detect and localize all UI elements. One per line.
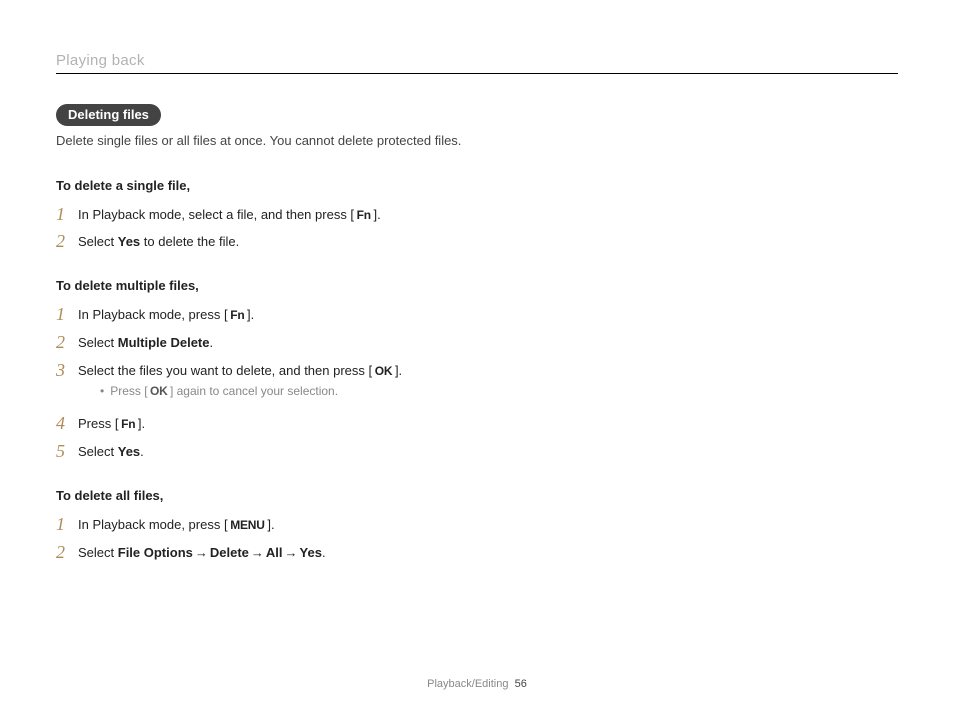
bold-text: File Options	[118, 545, 193, 560]
step-number: 4	[56, 414, 78, 434]
step-text: Select Yes to delete the file.	[78, 232, 898, 252]
menu-key-icon: MENU	[230, 518, 265, 532]
text: .	[140, 444, 144, 459]
text: In Playback mode, press [	[78, 517, 230, 532]
text: Press [	[78, 416, 121, 431]
list-item: 3 Select the files you want to delete, a…	[56, 361, 898, 407]
step-number: 2	[56, 333, 78, 353]
text: ].	[371, 207, 381, 222]
list-item: 2 Select Yes to delete the file.	[56, 232, 898, 252]
bullet-icon: •	[100, 382, 104, 400]
ok-key-icon: OK	[375, 364, 393, 378]
text: .	[322, 545, 326, 560]
step-number: 2	[56, 232, 78, 252]
list-item: 2 Select Multiple Delete.	[56, 333, 898, 353]
step-number: 1	[56, 205, 78, 225]
subhead-single: To delete a single file,	[56, 178, 898, 193]
step-number: 5	[56, 442, 78, 462]
list-item: 5 Select Yes.	[56, 442, 898, 462]
step-text: Select Multiple Delete.	[78, 333, 898, 353]
text: to delete the file.	[140, 234, 239, 249]
text: Select	[78, 545, 118, 560]
document-page: Playing back Deleting files Delete singl…	[0, 0, 954, 720]
list-item: 1 In Playback mode, press [ Fn ].	[56, 305, 898, 325]
fn-key-icon: Fn	[121, 417, 135, 431]
steps-multiple: 1 In Playback mode, press [ Fn ]. 2 Sele…	[56, 305, 898, 462]
bold-text: Multiple Delete	[118, 335, 210, 350]
step-text: Select the files you want to delete, and…	[78, 361, 898, 407]
text: Select	[78, 335, 118, 350]
text: ].	[244, 307, 254, 322]
text: Select	[78, 234, 118, 249]
step-number: 1	[56, 515, 78, 535]
step-number: 1	[56, 305, 78, 325]
list-item: 2 Select File Options→Delete→All→Yes.	[56, 543, 898, 563]
step-text: In Playback mode, select a file, and the…	[78, 205, 898, 225]
step-number: 2	[56, 543, 78, 563]
bold-text: Yes	[118, 234, 140, 249]
subhead-all: To delete all files,	[56, 488, 898, 503]
step-text: In Playback mode, press [ MENU ].	[78, 515, 898, 535]
text: Select the files you want to delete, and…	[78, 363, 375, 378]
step-text: Select File Options→Delete→All→Yes.	[78, 543, 898, 563]
text: In Playback mode, select a file, and the…	[78, 207, 357, 222]
ok-key-icon: OK	[150, 384, 168, 398]
sub-bullet: • Press [ OK ] again to cancel your sele…	[100, 382, 898, 400]
bold-text: Yes	[300, 545, 322, 560]
sub-bullet-text: Press [ OK ] again to cancel your select…	[110, 382, 338, 400]
section-pill: Deleting files	[56, 104, 161, 126]
text: ].	[135, 416, 145, 431]
list-item: 1 In Playback mode, select a file, and t…	[56, 205, 898, 225]
text: ] again to cancel your selection.	[168, 384, 339, 398]
arrow-icon: →	[249, 545, 266, 560]
fn-key-icon: Fn	[230, 308, 244, 322]
bold-text: Delete	[210, 545, 249, 560]
section-intro: Delete single files or all files at once…	[56, 132, 466, 150]
steps-single: 1 In Playback mode, select a file, and t…	[56, 205, 898, 253]
arrow-icon: →	[283, 545, 300, 560]
subhead-multiple: To delete multiple files,	[56, 278, 898, 293]
text: Select	[78, 444, 118, 459]
list-item: 1 In Playback mode, press [ MENU ].	[56, 515, 898, 535]
text: .	[210, 335, 214, 350]
text: ].	[265, 517, 275, 532]
text: In Playback mode, press [	[78, 307, 230, 322]
step-text: Press [ Fn ].	[78, 414, 898, 434]
step-text: Select Yes.	[78, 442, 898, 462]
bold-text: Yes	[118, 444, 140, 459]
list-item: 4 Press [ Fn ].	[56, 414, 898, 434]
page-number: 56	[515, 678, 527, 690]
arrow-icon: →	[193, 545, 210, 560]
page-footer: Playback/Editing 56	[0, 678, 954, 690]
chapter-title: Playing back	[56, 52, 898, 74]
footer-section: Playback/Editing	[427, 678, 508, 690]
step-text: In Playback mode, press [ Fn ].	[78, 305, 898, 325]
bold-text: All	[266, 545, 283, 560]
fn-key-icon: Fn	[357, 208, 371, 222]
steps-all: 1 In Playback mode, press [ MENU ]. 2 Se…	[56, 515, 898, 563]
step-number: 3	[56, 361, 78, 381]
text: ].	[392, 363, 402, 378]
text: Press [	[110, 384, 150, 398]
